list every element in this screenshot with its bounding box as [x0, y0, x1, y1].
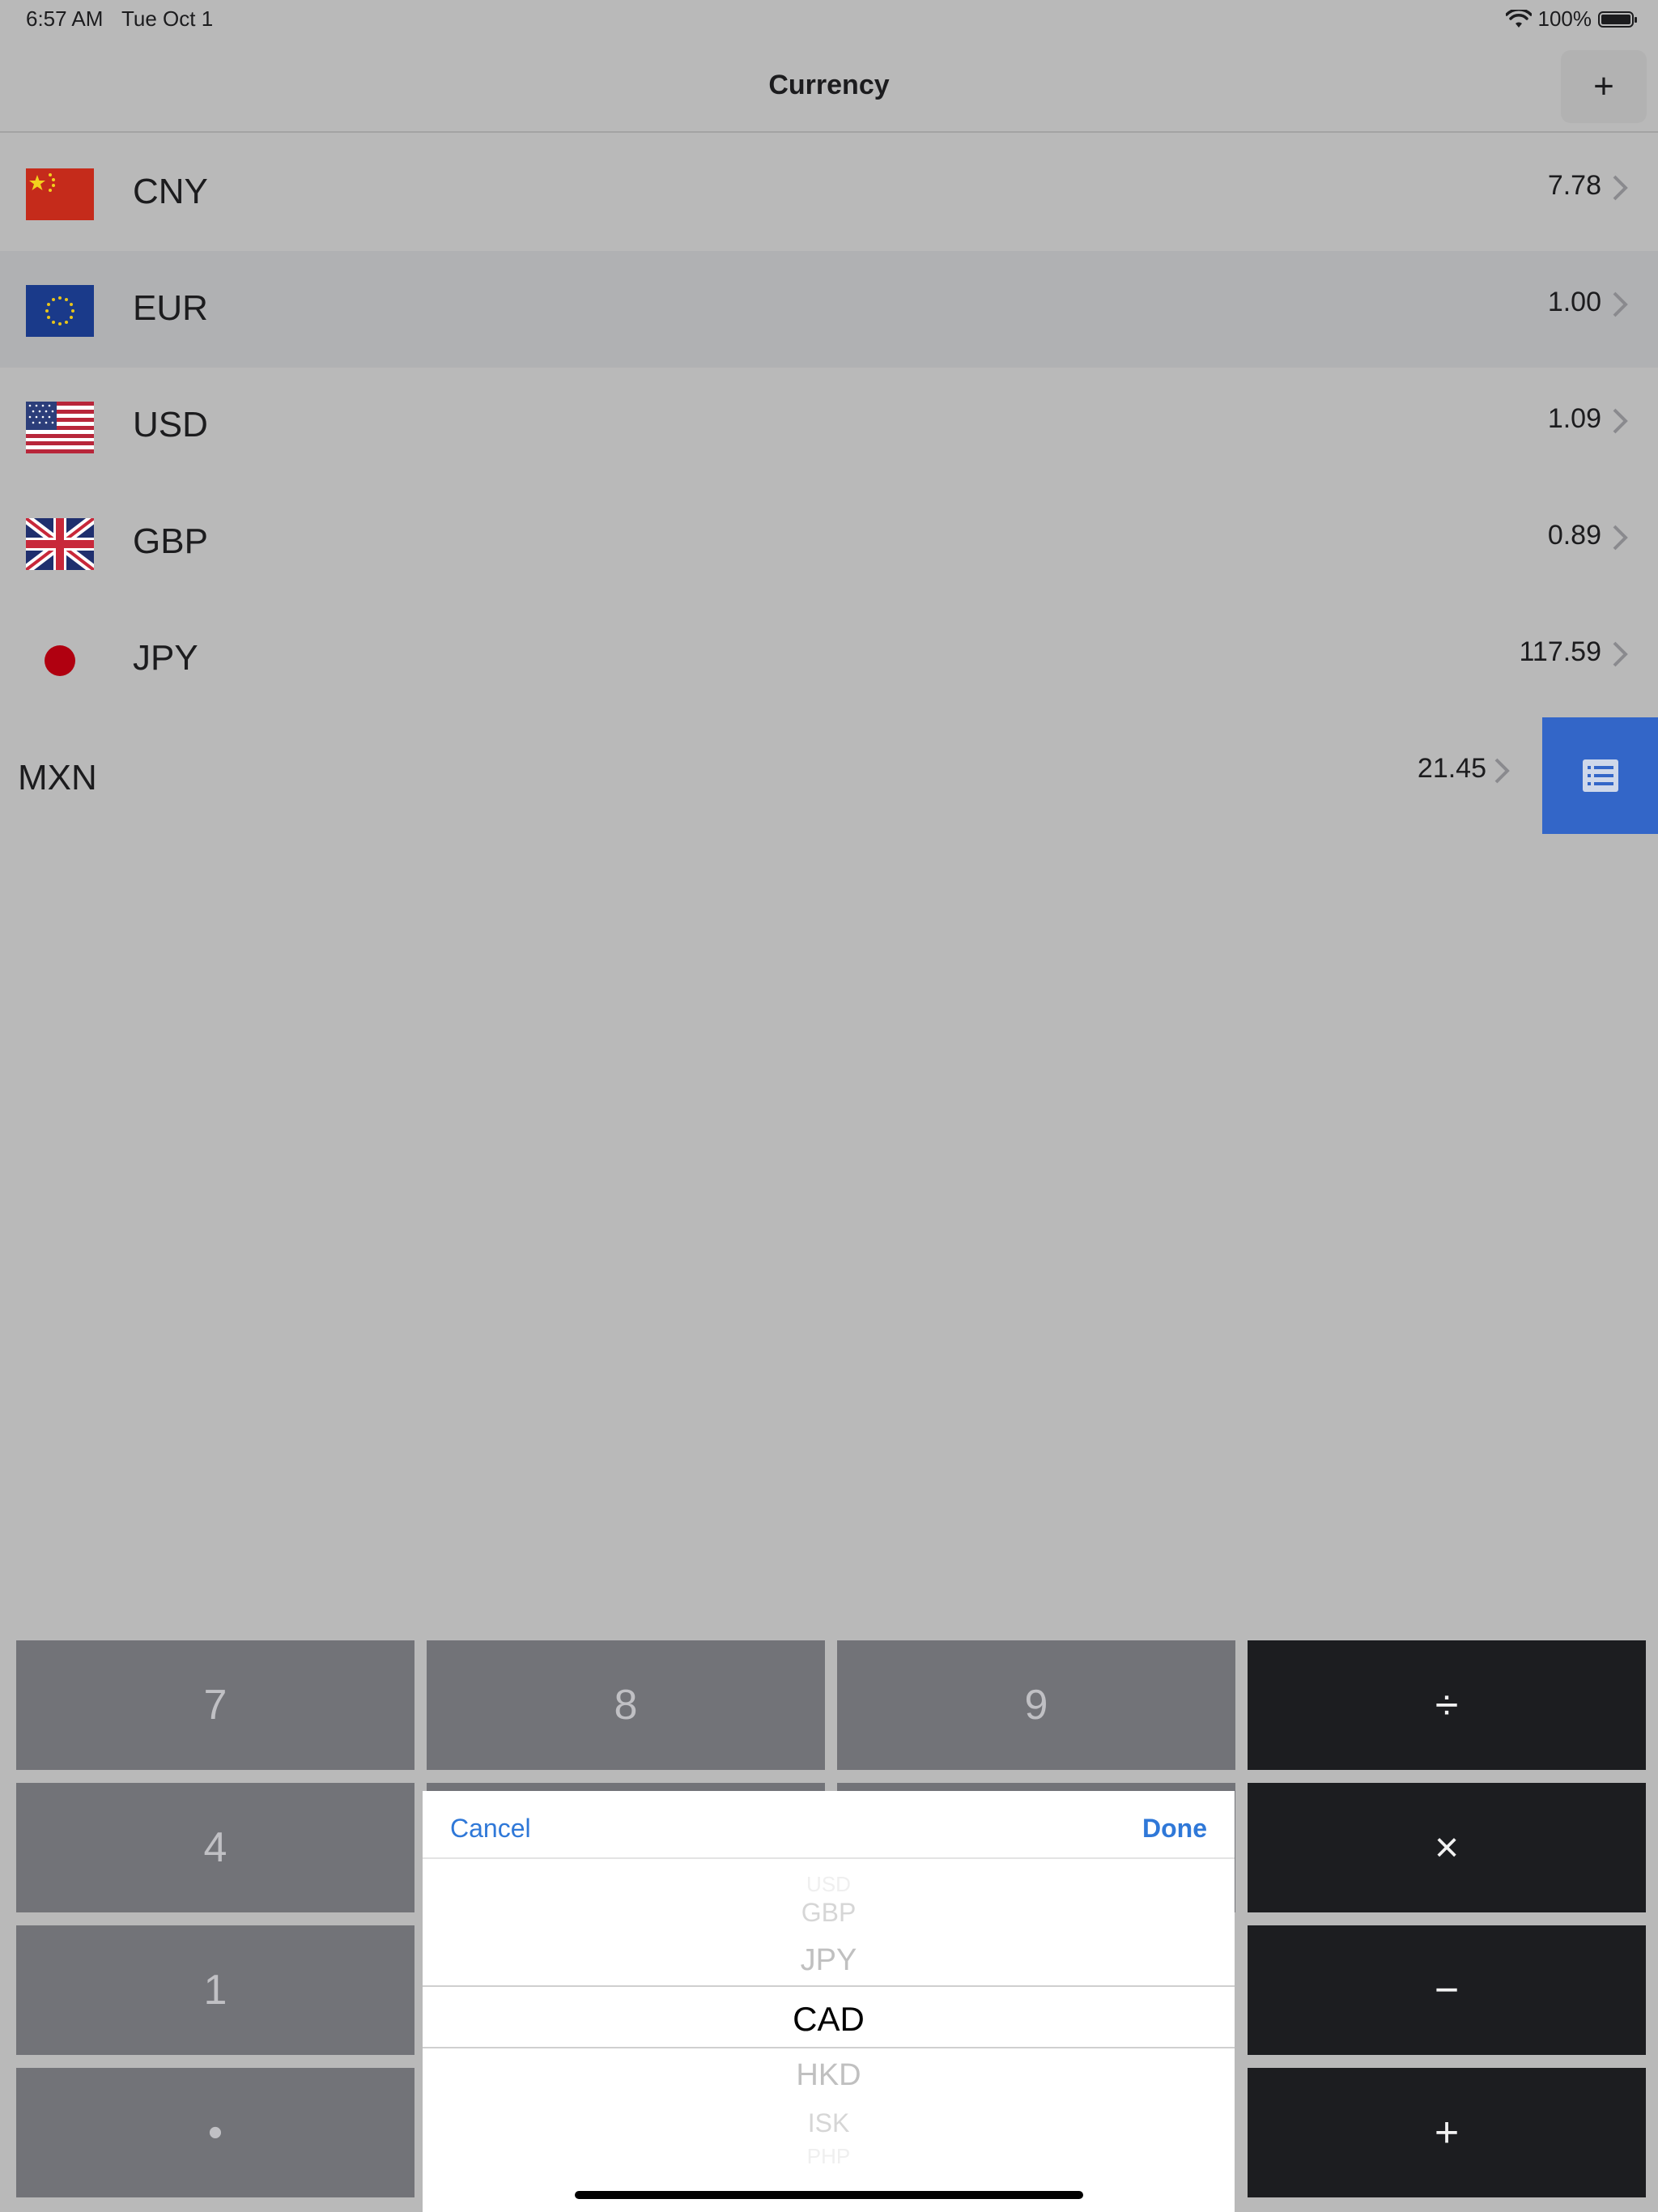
- currency-row-eur[interactable]: EUR 1.00: [0, 251, 1658, 368]
- uk-flag-icon: [26, 518, 94, 570]
- currency-row-gbp[interactable]: GBP 0.89: [0, 484, 1658, 601]
- wifi-icon: [1505, 9, 1532, 28]
- battery-icon: [1598, 11, 1637, 28]
- page-title: Currency: [768, 70, 890, 100]
- key-plus[interactable]: +: [1248, 2068, 1646, 2197]
- cancel-button[interactable]: Cancel: [450, 1814, 531, 1844]
- status-bar: 6:57 AM Tue Oct 1 100%: [0, 0, 1658, 39]
- done-button[interactable]: Done: [1142, 1814, 1207, 1844]
- currency-code: GBP: [133, 521, 208, 561]
- status-time: 6:57 AM: [26, 6, 104, 31]
- picker-selected-option[interactable]: CAD: [423, 2000, 1235, 2039]
- key-multiply[interactable]: ×: [1248, 1783, 1646, 1912]
- battery-percent: 100%: [1537, 6, 1592, 31]
- us-flag-icon: [26, 402, 94, 453]
- currency-row-usd[interactable]: USD 1.09: [0, 368, 1658, 484]
- china-flag-icon: [26, 168, 94, 220]
- key-minus[interactable]: −: [1248, 1925, 1646, 2055]
- chevron-right-icon: [1613, 641, 1628, 667]
- key-8[interactable]: 8: [427, 1640, 825, 1770]
- navigation-bar: Currency +: [0, 39, 1658, 133]
- eu-flag-icon: [26, 285, 94, 337]
- currency-row-jpy[interactable]: JPY 117.59: [0, 601, 1658, 717]
- picker-option[interactable]: USD: [423, 1872, 1235, 1897]
- currency-row-mxn[interactable]: MXN 21.45: [0, 717, 1658, 834]
- key-7[interactable]: 7: [16, 1640, 414, 1770]
- key-9[interactable]: 9: [837, 1640, 1235, 1770]
- currency-value: 1.00: [1547, 287, 1601, 317]
- japan-flag-icon: [26, 635, 94, 687]
- currency-value: 0.89: [1547, 520, 1601, 551]
- key-4[interactable]: 4: [16, 1783, 414, 1912]
- add-currency-button[interactable]: +: [1561, 50, 1647, 123]
- status-date: Tue Oct 1: [121, 6, 214, 31]
- currency-value: 1.09: [1547, 403, 1601, 434]
- currency-value: 7.78: [1547, 170, 1601, 201]
- picker-option[interactable]: ISK: [423, 2108, 1235, 2138]
- selection-indicator-bottom: [423, 2047, 1235, 2048]
- status-indicators: 100%: [1505, 6, 1637, 32]
- currency-value: 117.59: [1519, 636, 1601, 667]
- picker-option[interactable]: HKD: [423, 2058, 1235, 2093]
- divider: [423, 1857, 1235, 1859]
- currency-code: CNY: [133, 172, 208, 211]
- picker-option[interactable]: PHP: [423, 2144, 1235, 2169]
- currency-code: JPY: [133, 638, 198, 678]
- chevron-right-icon: [1613, 525, 1628, 551]
- chevron-right-icon: [1613, 408, 1628, 434]
- chevron-right-icon: [1613, 291, 1628, 317]
- picker-option[interactable]: GBP: [423, 1898, 1235, 1928]
- chevron-right-icon: [1494, 758, 1510, 784]
- currency-row-cny[interactable]: CNY 7.78: [0, 134, 1658, 251]
- currency-code: USD: [133, 405, 208, 445]
- key-divide[interactable]: ÷: [1248, 1640, 1646, 1770]
- home-indicator[interactable]: [575, 2191, 1083, 2199]
- currency-code: MXN: [18, 758, 97, 798]
- selection-indicator-top: [423, 1985, 1235, 1987]
- currency-value: 21.45: [1417, 753, 1486, 784]
- key-decimal[interactable]: •: [16, 2068, 414, 2197]
- list-icon: [1582, 759, 1618, 792]
- currency-code: EUR: [133, 288, 208, 328]
- list-button[interactable]: [1542, 717, 1658, 834]
- picker-option[interactable]: JPY: [423, 1943, 1235, 1978]
- key-1[interactable]: 1: [16, 1925, 414, 2055]
- chevron-right-icon: [1613, 175, 1628, 201]
- currency-picker: Cancel Done USD GBP JPY CAD HKD ISK PHP: [423, 1791, 1235, 2212]
